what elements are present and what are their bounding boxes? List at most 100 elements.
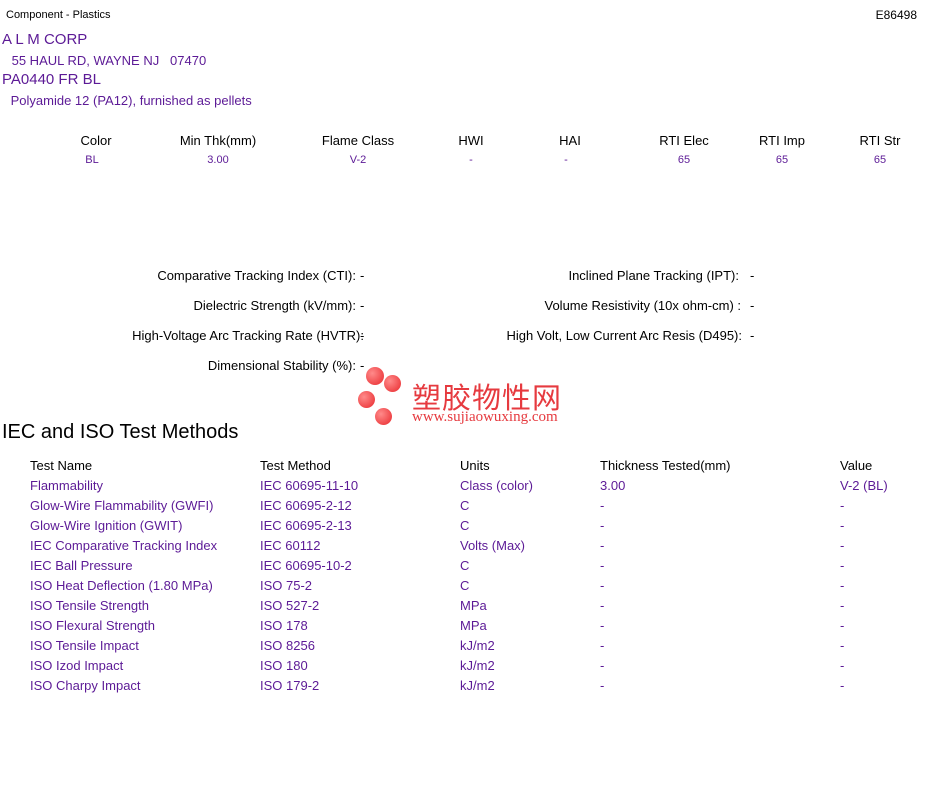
company-name: A L M CORP [2, 31, 88, 48]
cell-test-name: IEC Comparative Tracking Index [30, 538, 218, 553]
rating-value: - [564, 154, 568, 166]
property-label-dielectric: Dielectric Strength (kV/mm): [193, 298, 356, 313]
cell-value: - [840, 578, 845, 593]
rating-col-hai: HAI - [515, 133, 625, 166]
rating-col-color: Color BL [41, 133, 151, 166]
cell-thickness-tested: - [600, 658, 605, 673]
file-number: E86498 [875, 8, 917, 22]
watermark-dot [366, 367, 384, 385]
cell-value: - [840, 598, 845, 613]
property-label-cti: Comparative Tracking Index (CTI): [157, 268, 356, 283]
cell-test-name: ISO Tensile Impact [30, 638, 139, 653]
cell-test-name: IEC Ball Pressure [30, 558, 133, 573]
property-value-ipt: - [750, 268, 755, 283]
column-header: Test Name [30, 458, 93, 473]
cell-thickness-tested: - [600, 678, 605, 693]
rating-header: Min Thk(mm) [179, 133, 257, 148]
property-value-volume-resistivity: - [750, 298, 755, 313]
cell-thickness-tested: - [600, 518, 605, 533]
cell-value: V-2 (BL) [840, 478, 888, 493]
cell-thickness-tested: - [600, 498, 605, 513]
property-label-ipt: Inclined Plane Tracking (IPT): [568, 268, 739, 283]
cell-test-method: IEC 60695-2-13 [260, 518, 352, 533]
rating-col-rti-str: RTI Str 65 [825, 133, 935, 166]
property-value-cti: - [360, 268, 365, 283]
watermark-url: www.sujiaowuxing.com [412, 409, 558, 425]
cell-units: C [460, 498, 470, 513]
rating-col-rti-imp: RTI Imp 65 [727, 133, 837, 166]
watermark-dot [384, 375, 401, 392]
property-value-dielectric: - [360, 298, 365, 313]
cell-test-name: Flammability [30, 478, 103, 493]
cell-test-name: ISO Heat Deflection (1.80 MPa) [30, 578, 213, 593]
rating-col-flame-class: Flame Class V-2 [303, 133, 413, 166]
cell-units: kJ/m2 [460, 678, 495, 693]
cell-test-method: IEC 60112 [260, 538, 321, 553]
cell-test-name: ISO Charpy Impact [30, 678, 141, 693]
rating-value: V-2 [349, 154, 367, 166]
cell-units: kJ/m2 [460, 658, 495, 673]
rating-header: RTI Elec [659, 133, 709, 148]
property-label-d495: High Volt, Low Current Arc Resis (D495): [506, 328, 742, 343]
rating-value: 3.00 [207, 154, 229, 166]
watermark-dot [358, 391, 375, 408]
cell-test-name: Glow-Wire Ignition (GWIT) [30, 518, 183, 533]
column-header: Units [460, 458, 490, 473]
cell-units: Class (color) [460, 478, 533, 493]
cell-test-method: ISO 179-2 [260, 678, 320, 693]
cell-test-method: IEC 60695-2-12 [260, 498, 352, 513]
cell-test-method: ISO 180 [260, 658, 308, 673]
cell-thickness-tested: - [600, 578, 605, 593]
rating-value: 65 [677, 154, 691, 166]
rating-header: Color [80, 133, 112, 148]
cell-test-method: IEC 60695-10-2 [260, 558, 352, 573]
cell-value: - [840, 658, 845, 673]
rating-value: 65 [873, 154, 887, 166]
column-header: Thickness Tested(mm) [600, 458, 731, 473]
cell-units: C [460, 518, 470, 533]
cell-test-name: ISO Tensile Strength [30, 598, 149, 613]
rating-header: HWI [458, 133, 484, 148]
cell-test-name: Glow-Wire Flammability (GWFI) [30, 498, 214, 513]
product-description: Polyamide 12 (PA12), furnished as pellet… [7, 93, 252, 108]
cell-thickness-tested: - [600, 598, 605, 613]
property-value-d495: - [750, 328, 755, 343]
cell-units: MPa [460, 598, 487, 613]
rating-header: HAI [559, 133, 581, 148]
rating-header: Flame Class [321, 133, 395, 148]
company-address: 55 HAUL RD, WAYNE NJ 07470 [8, 53, 207, 68]
rating-header: RTI Imp [759, 133, 805, 148]
cell-thickness-tested: 3.00 [600, 478, 626, 493]
rating-col-rti-elec: RTI Elec 65 [629, 133, 739, 166]
watermark-logo: 塑胶物性网 www.sujiaowuxing.com [356, 367, 596, 429]
cell-value: - [840, 518, 845, 533]
rating-header: RTI Str [859, 133, 901, 148]
cell-units: Volts (Max) [460, 538, 526, 553]
product-name: PA0440 FR BL [2, 71, 101, 88]
cell-test-method: ISO 75-2 [260, 578, 313, 593]
cell-value: - [840, 498, 845, 513]
section-title: IEC and ISO Test Methods [2, 421, 239, 443]
cell-thickness-tested: - [600, 538, 605, 553]
cell-test-method: IEC 60695-11-10 [260, 478, 359, 493]
cell-test-name: ISO Flexural Strength [30, 618, 155, 633]
property-label-hvtr: High-Voltage Arc Tracking Rate (HVTR): [132, 328, 364, 343]
cell-thickness-tested: - [600, 638, 605, 653]
cell-thickness-tested: - [600, 618, 605, 633]
cell-value: - [840, 618, 845, 633]
rating-value: 65 [775, 154, 789, 166]
cell-units: kJ/m2 [460, 638, 495, 653]
cell-units: C [460, 578, 470, 593]
column-header: Value [840, 458, 873, 473]
cell-value: - [840, 678, 845, 693]
cell-test-name: ISO Izod Impact [30, 658, 124, 673]
property-value-hvtr: - [360, 328, 365, 343]
cell-test-method: ISO 8256 [260, 638, 315, 653]
cell-units: C [460, 558, 470, 573]
property-label-volume-resistivity: Volume Resistivity (10x ohm-cm) : [544, 298, 742, 313]
column-header: Test Method [260, 458, 331, 473]
cell-units: MPa [460, 618, 487, 633]
watermark-dot [375, 408, 392, 425]
cell-test-method: ISO 178 [260, 618, 308, 633]
rating-value: BL [85, 154, 99, 166]
